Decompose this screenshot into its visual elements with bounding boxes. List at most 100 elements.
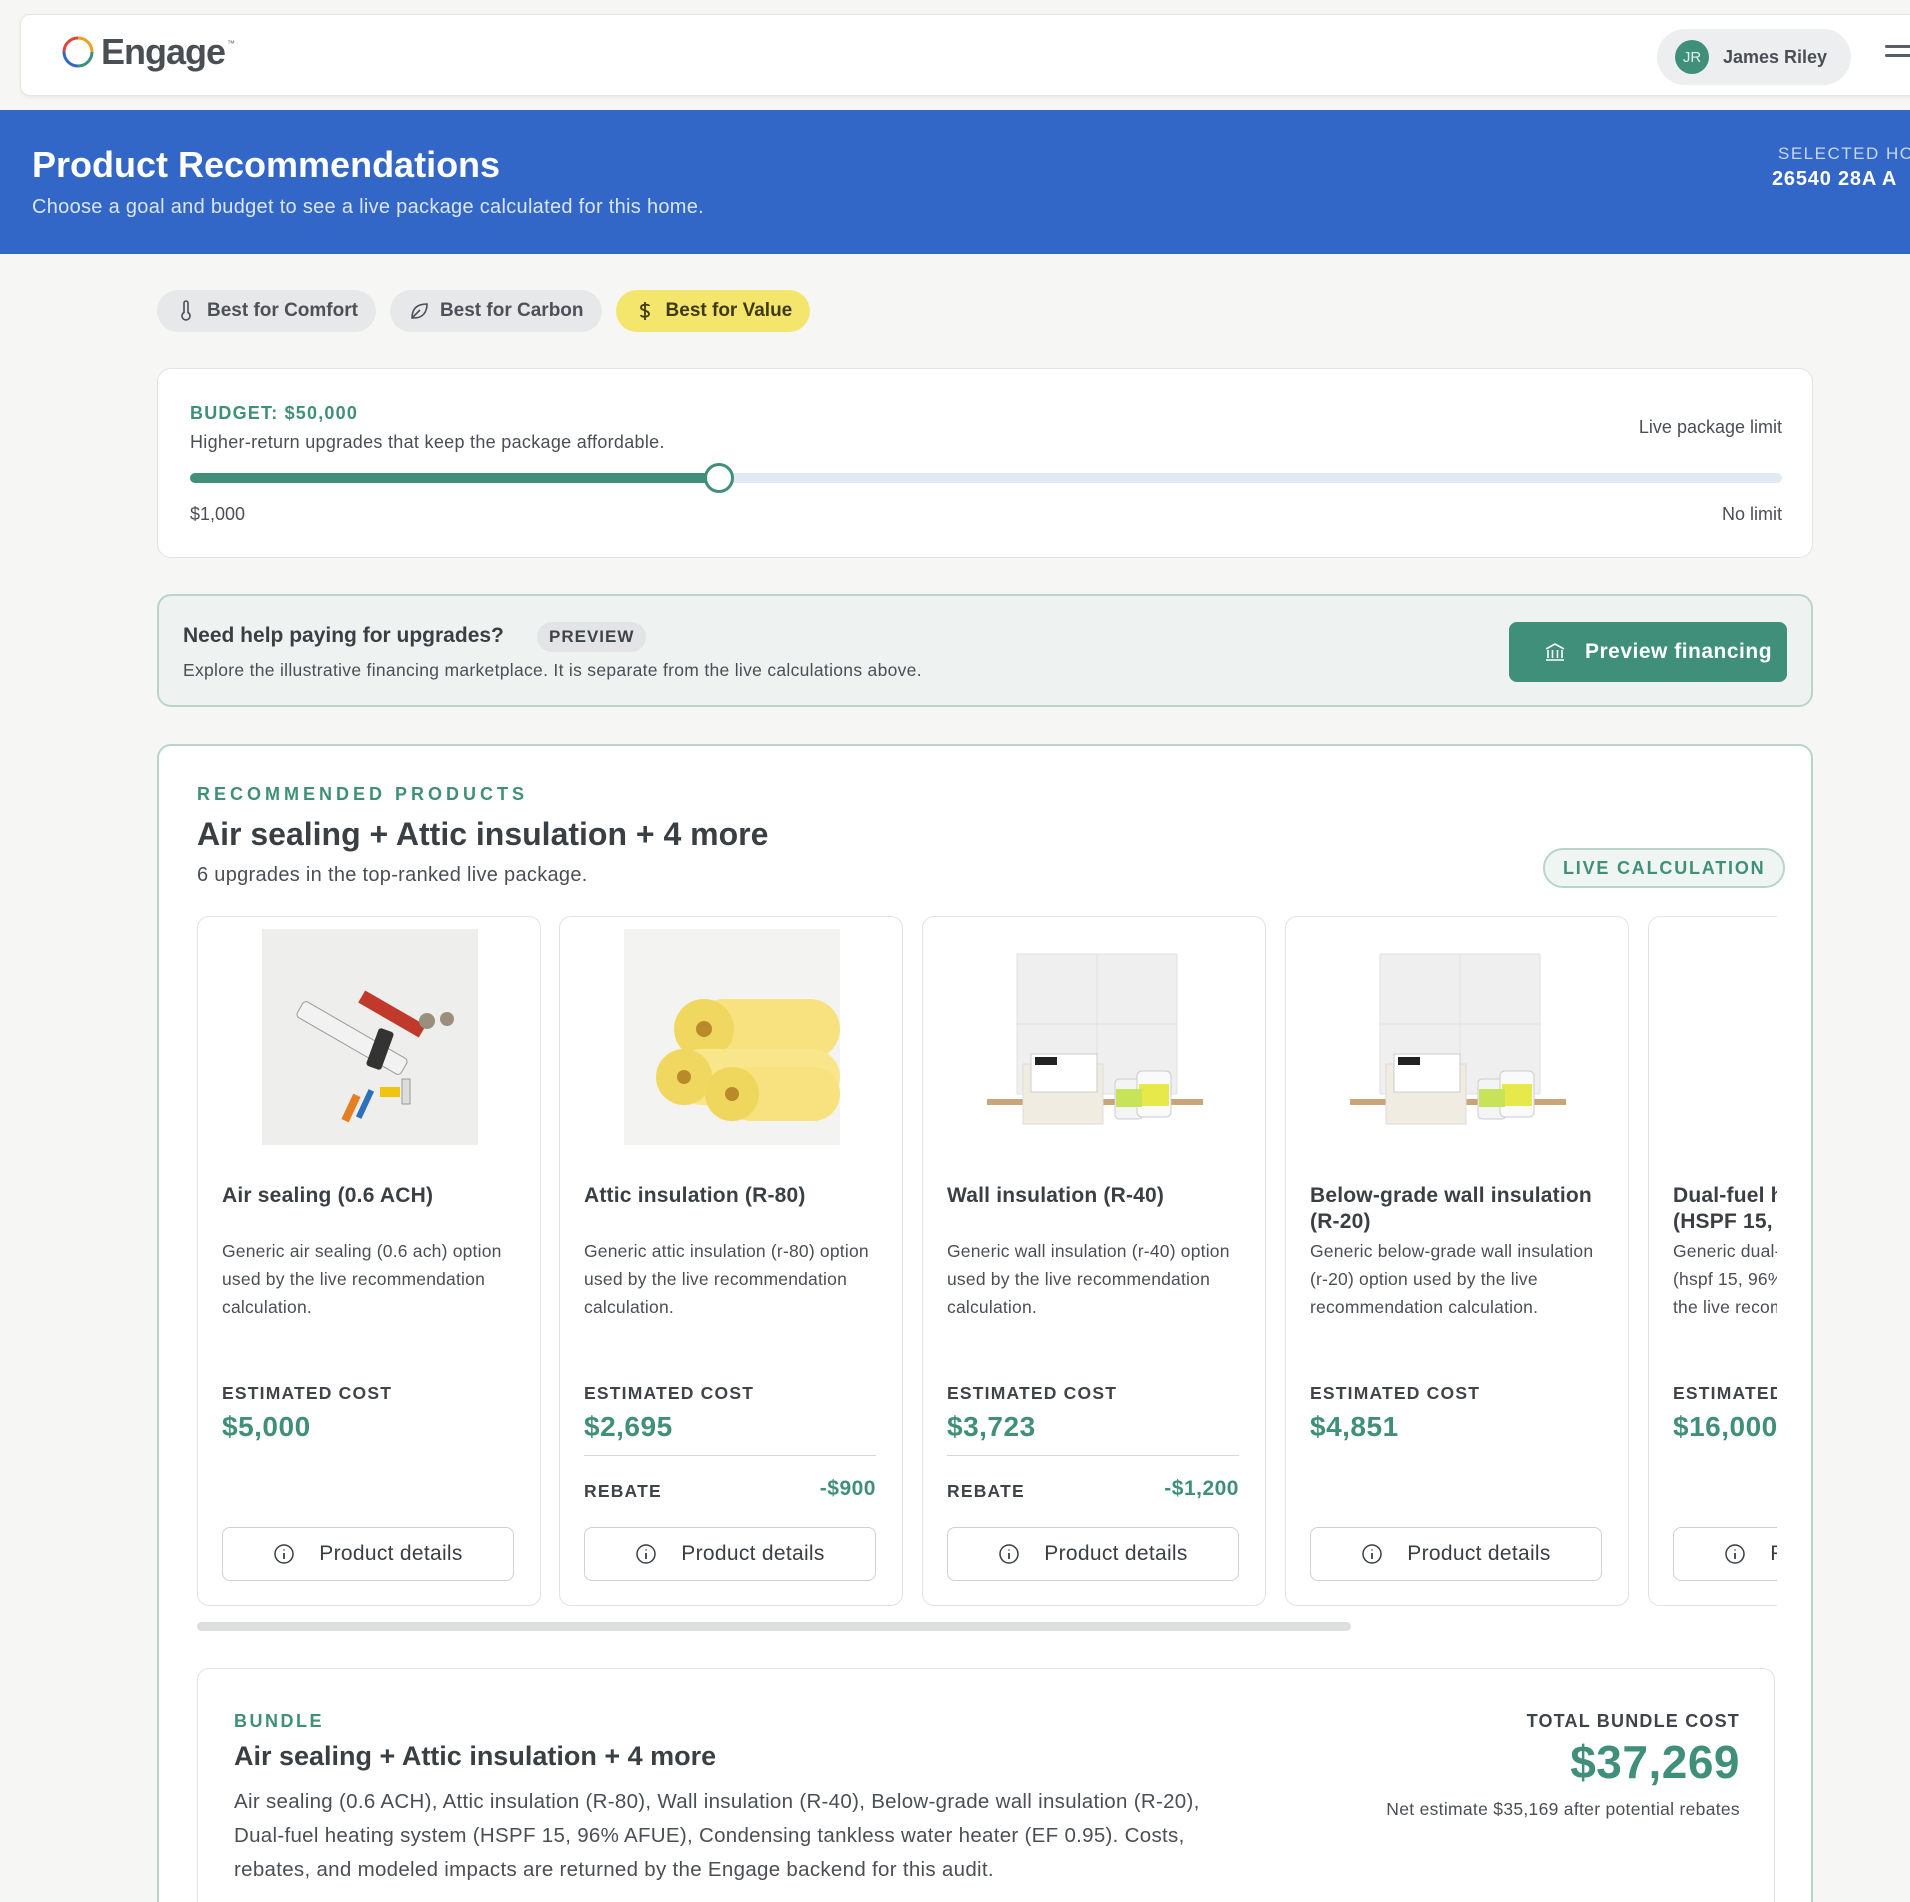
- product-name: Attic insulation (R-80): [584, 1184, 806, 1207]
- budget-description: Higher-return upgrades that keep the pac…: [190, 432, 665, 452]
- engage-logo[interactable]: Engage ™: [61, 31, 235, 73]
- goal-carbon-label: Best for Carbon: [439, 300, 584, 321]
- goal-comfort-label: Best for Comfort: [207, 300, 358, 321]
- financing-description: Explore the illustrative financing marke…: [183, 660, 922, 680]
- bundle-card: BUNDLE Air sealing + Attic insulation + …: [197, 1668, 1775, 1902]
- product-card: Attic insulation (R-80) Generic attic in…: [559, 916, 903, 1606]
- info-icon: [999, 1544, 1020, 1564]
- bundle-title: Air sealing + Attic insulation + 4 more: [234, 1741, 717, 1771]
- insulation-boards-image: [1350, 929, 1566, 1145]
- budget-min-label: $1,000: [190, 504, 246, 524]
- financing-banner: Need help paying for upgrades? PREVIEW E…: [157, 594, 1813, 707]
- product-details-button[interactable]: Product details: [1673, 1527, 1777, 1581]
- budget-slider[interactable]: [190, 463, 1782, 493]
- estimated-cost-value: $2,695: [584, 1411, 673, 1442]
- product-details-label: Product details: [681, 1542, 825, 1565]
- product-name: Wall insulation (R-40): [947, 1184, 1165, 1207]
- product-description: Generic air sealing (0.6 ach) option use…: [222, 1241, 502, 1317]
- product-description: Generic below-grade wall insulation (r-2…: [1310, 1241, 1594, 1317]
- product-description: Generic attic insulation (r-80) option u…: [584, 1241, 869, 1317]
- product-card: Wall insulation (R-40) Generic wall insu…: [922, 916, 1266, 1606]
- recommended-products-section: RECOMMENDED PRODUCTS Air sealing + Attic…: [157, 744, 1813, 1902]
- info-icon: [1362, 1544, 1383, 1564]
- product-card: Dual-fuel heating system (HSPF 15, 96% A…: [1648, 916, 1777, 1606]
- product-details-label: Product details: [1407, 1542, 1551, 1565]
- goal-carbon-button[interactable]: Best for Carbon: [389, 290, 602, 332]
- product-name: Air sealing (0.6 ACH): [222, 1184, 434, 1207]
- goal-selector: Best for Comfort Best for Carbon Best fo…: [157, 290, 811, 332]
- budget-max-label: No limit: [1721, 504, 1782, 524]
- thermometer-icon: [181, 300, 191, 321]
- bank-icon: [1545, 643, 1565, 661]
- rebate-label: REBATE: [584, 1481, 662, 1501]
- logo-trademark: ™: [227, 38, 236, 48]
- leaf-icon: [411, 303, 428, 319]
- top-nav: Engage ™ JR James Riley: [20, 14, 1910, 96]
- financing-title: Need help paying for upgrades?: [183, 624, 504, 647]
- avatar: JR: [1675, 40, 1709, 74]
- logo-ring-icon: [62, 36, 94, 68]
- product-details-button[interactable]: Product details: [947, 1527, 1239, 1581]
- estimated-cost-label: ESTIMATED COST: [1673, 1383, 1777, 1403]
- rebate-divider: [584, 1455, 876, 1456]
- info-icon: [274, 1544, 295, 1564]
- total-bundle-cost: $37,269: [1570, 1736, 1740, 1788]
- recommended-subtitle: 6 upgrades in the top-ranked live packag…: [197, 864, 588, 886]
- user-menu[interactable]: JR James Riley: [1657, 29, 1851, 85]
- air-sealing-kit-image: [262, 929, 478, 1145]
- page-header: Product Recommendations Choose a goal an…: [0, 110, 1910, 254]
- preview-financing-button[interactable]: Preview financing: [1509, 622, 1787, 682]
- page-title: Product Recommendations: [32, 144, 501, 185]
- bundle-description: Air sealing (0.6 ACH), Attic insulation …: [234, 1790, 1200, 1881]
- estimated-cost-value: $3,723: [947, 1411, 1036, 1442]
- insulation-rolls-image: [624, 929, 840, 1145]
- product-description: Generic dual-fuel heating system (hspf 1…: [1673, 1241, 1777, 1317]
- estimated-cost-label: ESTIMATED COST: [222, 1383, 393, 1403]
- live-calculation-badge: LIVE CALCULATION: [1543, 848, 1786, 888]
- goal-comfort-button[interactable]: Best for Comfort: [157, 290, 376, 332]
- product-details-button[interactable]: Product details: [584, 1527, 876, 1581]
- preview-financing-label: Preview financing: [1585, 640, 1773, 663]
- product-details-button[interactable]: Product details: [1310, 1527, 1602, 1581]
- carousel-scrollbar[interactable]: [197, 1622, 1351, 1631]
- preview-badge: PREVIEW: [537, 622, 647, 652]
- user-name: James Riley: [1723, 46, 1828, 67]
- product-name: Dual-fuel heating system (HSPF 15, 96% A…: [1673, 1184, 1777, 1233]
- recommended-eyebrow: RECOMMENDED PRODUCTS: [197, 784, 529, 804]
- selected-home-label: SELECTED HO: [1778, 144, 1910, 163]
- budget-live-limit: Live package limit: [1638, 417, 1782, 437]
- product-card: Below-grade wall insulation (R-20) Gener…: [1285, 916, 1629, 1606]
- info-icon: [636, 1544, 657, 1564]
- net-estimate: Net estimate $35,169 after potential reb…: [1386, 1799, 1740, 1819]
- goal-value-label: Best for Value: [665, 300, 793, 321]
- page-subtitle: Choose a goal and budget to see a live p…: [32, 196, 705, 218]
- rebate-value: -$1,200: [1164, 1477, 1239, 1500]
- dollar-icon: [639, 302, 650, 320]
- product-details-label: Product details: [319, 1542, 463, 1565]
- product-description: Generic wall insulation (r-40) option us…: [947, 1241, 1230, 1317]
- bundle-eyebrow: BUNDLE: [234, 1711, 324, 1731]
- product-details-label: Product details: [1044, 1542, 1188, 1565]
- recommended-title: Air sealing + Attic insulation + 4 more: [197, 816, 769, 852]
- budget-label: BUDGET: $50,000: [190, 403, 359, 423]
- goal-value-button[interactable]: Best for Value: [615, 290, 811, 332]
- product-name: Below-grade wall insulation (R-20): [1310, 1184, 1592, 1233]
- estimated-cost-value: $4,851: [1310, 1411, 1399, 1442]
- estimated-cost-label: ESTIMATED COST: [584, 1383, 755, 1403]
- estimated-cost-value: $5,000: [222, 1411, 311, 1442]
- selected-home-address: 26540 28A A: [1772, 168, 1898, 190]
- total-bundle-cost-label: TOTAL BUNDLE COST: [1526, 1711, 1740, 1731]
- heating-unit-image: [1713, 929, 1777, 1145]
- insulation-boards-image: [987, 929, 1203, 1145]
- product-carousel[interactable]: Air sealing (0.6 ACH) Generic air sealin…: [197, 916, 1777, 1616]
- budget-slider-fill: [190, 473, 719, 483]
- budget-slider-thumb[interactable]: [703, 463, 734, 493]
- product-details-label: Product details: [1770, 1542, 1777, 1566]
- product-card: Air sealing (0.6 ACH) Generic air sealin…: [197, 916, 541, 1606]
- hamburger-menu-icon[interactable]: [1885, 45, 1910, 65]
- estimated-cost-label: ESTIMATED COST: [1310, 1383, 1481, 1403]
- rebate-label: REBATE: [947, 1481, 1025, 1501]
- budget-card: BUDGET: $50,000 Higher-return upgrades t…: [157, 368, 1813, 558]
- product-details-button[interactable]: Product details: [222, 1527, 514, 1581]
- info-icon: [1725, 1544, 1746, 1564]
